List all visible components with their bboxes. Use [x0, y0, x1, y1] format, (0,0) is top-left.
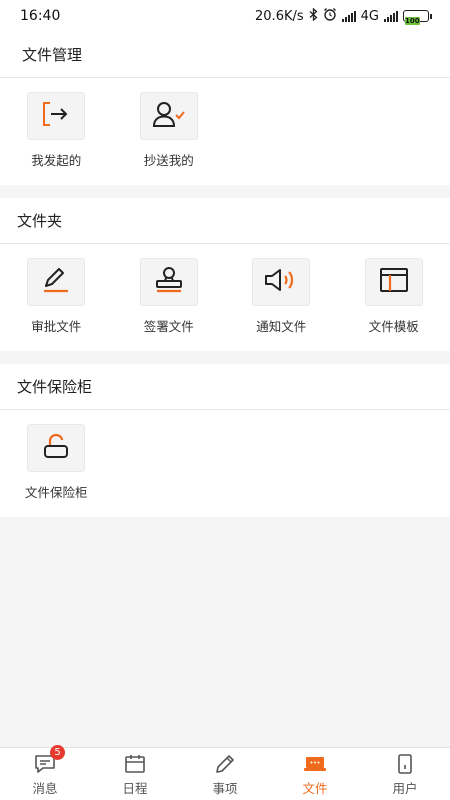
tile-label: 我发起的: [31, 153, 82, 168]
tile-label: 通知文件: [256, 319, 307, 334]
signal-icon-2: [384, 10, 398, 22]
stamp-icon: [153, 266, 185, 298]
tile-icon-box: [27, 424, 86, 472]
user-check-icon: [152, 100, 186, 132]
bottom-tab-bar: 5 消息 日程 事项 文件 用户: [0, 744, 450, 800]
battery-icon: 100: [403, 10, 432, 25]
tile-approval-files[interactable]: 审批文件: [0, 258, 113, 335]
status-bar: 16:40 20.6K/s 4G 100: [0, 0, 450, 32]
folders-title: 文件夹: [0, 198, 450, 244]
tile-cc-to-me[interactable]: 抄送我的: [113, 92, 226, 169]
speaker-icon: [263, 266, 299, 298]
template-icon: [378, 266, 410, 298]
tab-schedule[interactable]: 日程: [90, 748, 180, 800]
net-speed: 20.6K/s: [255, 8, 304, 24]
file-management-section: 文件管理 我发起的 抄送我的: [0, 32, 450, 185]
tile-icon-box: [364, 258, 423, 306]
tab-tasks[interactable]: 事项: [180, 748, 270, 800]
tab-files[interactable]: 文件: [270, 748, 360, 800]
tile-icon-box: [139, 92, 198, 140]
section-gap: [0, 351, 450, 364]
tile-label: 文件保险柜: [24, 485, 88, 500]
file-management-title: 文件管理: [0, 32, 450, 78]
tile-file-vault[interactable]: 文件保险柜: [0, 424, 113, 501]
status-icons: 20.6K/s 4G 100: [255, 7, 432, 25]
tab-user[interactable]: 用户: [360, 748, 450, 800]
tab-label: 文件: [302, 780, 328, 796]
message-icon: 5: [33, 744, 65, 776]
tile-sign-files[interactable]: 签署文件: [113, 258, 226, 335]
unlock-icon: [41, 432, 71, 464]
calendar-icon: [123, 752, 147, 776]
vault-section: 文件保险柜 文件保险柜: [0, 364, 450, 517]
file-box-icon: [303, 752, 327, 776]
folders-section: 文件夹 审批文件 签署文件 通知文件 文件模板: [0, 198, 450, 351]
tab-label: 用户: [392, 780, 418, 796]
tile-label: 签署文件: [143, 319, 194, 334]
tile-label: 审批文件: [31, 319, 82, 334]
export-icon: [41, 101, 71, 131]
tile-icon-box: [139, 258, 198, 306]
tile-icon-box: [27, 92, 86, 140]
unread-badge: 5: [50, 744, 65, 760]
tab-label: 事项: [212, 780, 238, 796]
tab-label: 消息: [32, 780, 58, 796]
tile-initiated-by-me[interactable]: 我发起的: [0, 92, 113, 169]
edit-icon: [213, 752, 237, 776]
tab-messages[interactable]: 5 消息: [0, 744, 90, 800]
section-gap: [0, 185, 450, 198]
tile-label: 文件模板: [368, 319, 419, 334]
tile-icon-box: [252, 258, 311, 306]
pen-icon: [41, 266, 71, 298]
alarm-icon: [323, 7, 337, 25]
network-type: 4G: [360, 8, 379, 24]
vault-title: 文件保险柜: [0, 364, 450, 410]
signal-icon: [341, 10, 356, 22]
bluetooth-icon: [309, 7, 318, 25]
tile-label: 抄送我的: [143, 153, 194, 168]
battery-level: 100: [405, 17, 420, 25]
status-time: 16:40: [20, 8, 61, 24]
user-device-icon: [393, 752, 417, 776]
tile-icon-box: [27, 258, 86, 306]
tab-label: 日程: [122, 780, 148, 796]
tile-notice-files[interactable]: 通知文件: [225, 258, 338, 335]
tile-file-templates[interactable]: 文件模板: [338, 258, 450, 335]
